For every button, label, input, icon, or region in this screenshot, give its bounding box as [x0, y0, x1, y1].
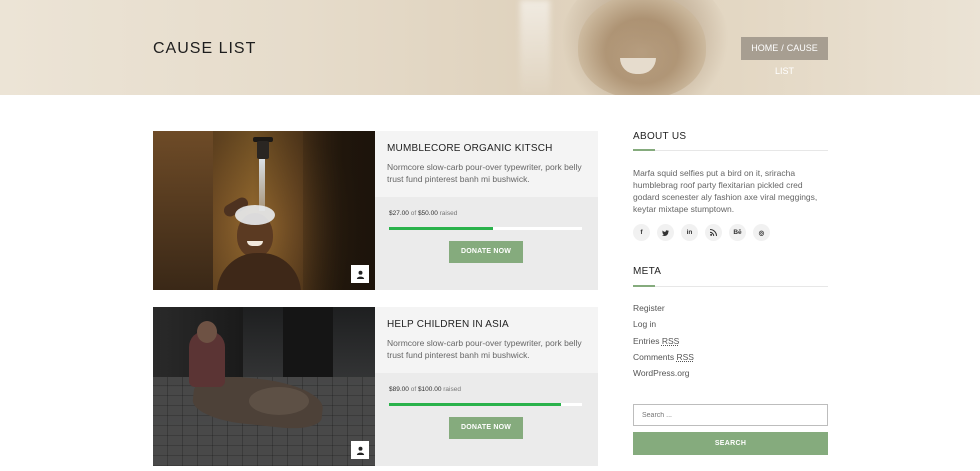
meta-link-entries-rss[interactable]: Entries RSS — [633, 335, 694, 351]
cause-card: MUMBLECORE ORGANIC KITSCH Normcore slow-… — [153, 131, 598, 290]
rss-abbr: RSS — [661, 335, 680, 346]
meta-link-comments-rss[interactable]: Comments RSS — [633, 351, 694, 367]
cause-card: HELP CHILDREN IN ASIA Normcore slow-carb… — [153, 307, 598, 466]
donate-now-button[interactable]: DONATE NOW — [449, 417, 523, 439]
raised-value: $27.00 — [389, 210, 409, 217]
cause-title[interactable]: HELP CHILDREN IN ASIA — [387, 319, 509, 330]
meta-accent — [633, 285, 655, 287]
meta-list: Register Log in Entries RSS Comments RSS… — [633, 302, 694, 383]
raised-label: raised — [443, 386, 461, 393]
meta-link-register[interactable]: Register — [633, 302, 694, 318]
linkedin-icon[interactable]: in — [681, 224, 698, 241]
progress-fill — [389, 403, 561, 406]
about-divider — [633, 150, 828, 151]
progress-bar — [389, 403, 582, 406]
cause-info: MUMBLECORE ORGANIC KITSCH Normcore slow-… — [375, 131, 598, 197]
cause-info: HELP CHILDREN IN ASIA Normcore slow-carb… — [375, 307, 598, 373]
cause-description: Normcore slow-carb pour-over typewriter,… — [387, 162, 582, 184]
page-title: CAUSE LIST — [153, 40, 257, 57]
search-button[interactable]: SEARCH — [633, 432, 828, 455]
cause-fundraising: $89.00 of $100.00 raised DONATE NOW — [375, 373, 598, 466]
about-text: Marfa squid selfies put a bird on it, sr… — [633, 168, 818, 214]
meta-heading: META — [633, 266, 662, 277]
breadcrumb-home-link[interactable]: HOME — [751, 43, 778, 53]
cause-description: Normcore slow-carb pour-over typewriter,… — [387, 338, 582, 360]
of-label: of — [410, 210, 417, 217]
social-links: f in Bē ◎ — [633, 224, 770, 241]
dribbble-icon[interactable]: ◎ — [753, 224, 770, 241]
behance-icon[interactable]: Bē — [729, 224, 746, 241]
meta-comments-label: Comments — [633, 351, 675, 362]
cause-image[interactable] — [153, 307, 375, 466]
meta-widget: META Register Log in Entries RSS Comment… — [633, 266, 828, 386]
hero-water-spray — [520, 0, 550, 95]
of-label: of — [410, 386, 417, 393]
user-icon[interactable] — [351, 441, 369, 459]
raised-amount: $27.00 of $50.00 raised — [389, 210, 457, 217]
page-hero: CAUSE LIST HOME / CAUSE LIST — [0, 0, 980, 95]
meta-link-login[interactable]: Log in — [633, 318, 694, 334]
rss-icon[interactable] — [705, 224, 722, 241]
progress-bar — [389, 227, 582, 230]
search-input[interactable] — [633, 404, 828, 426]
child-under-tap-photo — [153, 131, 375, 290]
goal-value: $100.00 — [417, 386, 442, 393]
cause-image[interactable] — [153, 131, 375, 290]
twitter-icon[interactable] — [657, 224, 674, 241]
hero-child-photo — [578, 0, 706, 95]
raised-value: $89.00 — [389, 386, 409, 393]
donate-now-button[interactable]: DONATE NOW — [449, 241, 523, 263]
breadcrumb: HOME / CAUSE LIST — [741, 37, 828, 76]
rss-abbr: RSS — [676, 351, 694, 362]
about-heading: ABOUT US — [633, 131, 687, 142]
cause-fundraising: $27.00 of $50.00 raised DONATE NOW — [375, 197, 598, 290]
raised-amount: $89.00 of $100.00 raised — [389, 386, 461, 393]
goal-value: $50.00 — [417, 210, 438, 217]
progress-fill — [389, 227, 494, 230]
meta-entries-label: Entries — [633, 335, 660, 346]
about-widget: ABOUT US Marfa squid selfies put a bird … — [633, 131, 828, 246]
about-accent — [633, 149, 655, 151]
breadcrumb-separator: / — [781, 43, 784, 53]
child-on-street-photo — [153, 307, 375, 466]
cause-title[interactable]: MUMBLECORE ORGANIC KITSCH — [387, 143, 553, 154]
meta-divider — [633, 286, 828, 287]
meta-link-wordpress[interactable]: WordPress.org — [633, 367, 694, 383]
user-icon[interactable] — [351, 265, 369, 283]
raised-label: raised — [439, 210, 458, 217]
facebook-icon[interactable]: f — [633, 224, 650, 241]
